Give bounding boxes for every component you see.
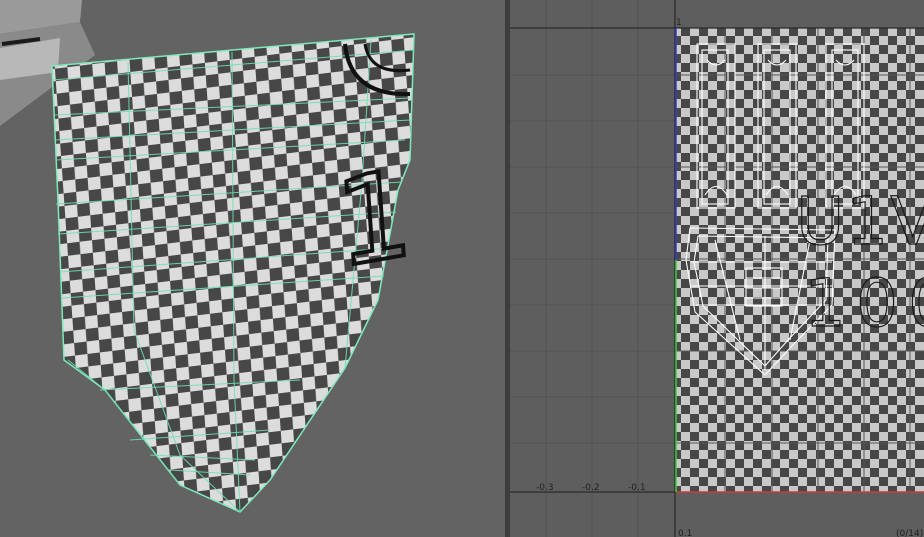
uv-tick-u-3: -0.1 <box>628 483 646 493</box>
uv-editor-canvas: -0.3 -0.2 -0.1 1 0.1 (0/14) U1V 10 <box>510 0 924 537</box>
uv-editor[interactable]: -0.3 -0.2 -0.1 1 0.1 (0/14) U1V 10 <box>510 0 924 537</box>
uv-udim-number: 100 <box>804 265 924 342</box>
uv-tick-v-bottom: 0.1 <box>678 529 692 537</box>
uv-texture-tile <box>675 28 924 492</box>
uv-tick-u-2: -0.2 <box>582 483 600 493</box>
uv-corner-readout: (0/14) <box>896 529 923 537</box>
perspective-viewport[interactable]: 1 <box>0 0 505 537</box>
uv-udim-label: U1V <box>796 183 924 260</box>
uv-tick-v-top: 1 <box>676 18 682 28</box>
viewport-scene: 1 <box>0 0 419 513</box>
shield-number: 1 <box>331 143 416 296</box>
uv-tick-u-1: -0.3 <box>536 483 554 493</box>
